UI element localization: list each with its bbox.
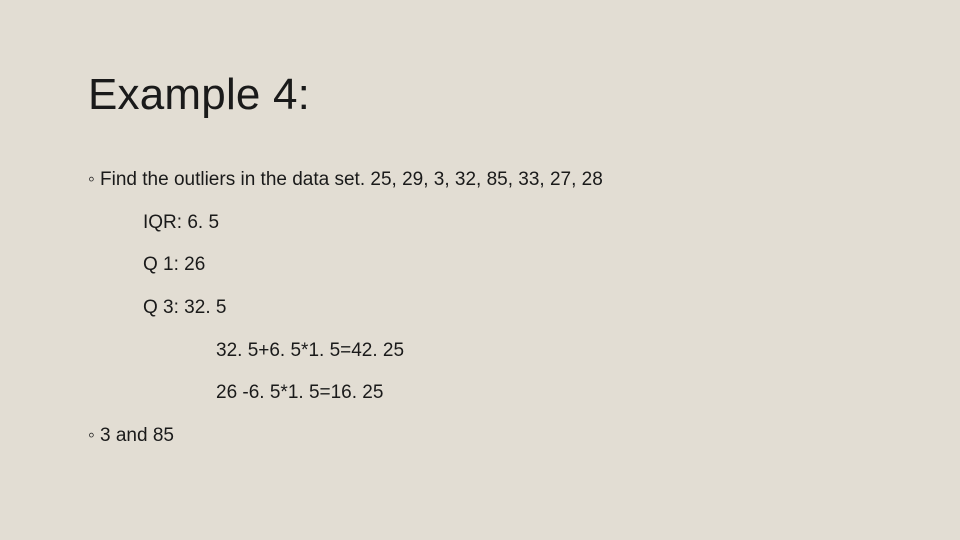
q3-line: Q 3: 32. 5	[88, 296, 872, 321]
iqr-line: IQR: 6. 5	[88, 211, 872, 236]
bullet-prompt: ◦ Find the outliers in the data set. 25,…	[88, 168, 872, 193]
upper-fence-line: 32. 5+6. 5*1. 5=42. 25	[88, 339, 872, 364]
slide-title: Example 4:	[88, 70, 872, 120]
slide: Example 4: ◦ Find the outliers in the da…	[0, 0, 960, 540]
answer-line: ◦ 3 and 85	[88, 424, 872, 449]
q1-line: Q 1: 26	[88, 253, 872, 278]
lower-fence-line: 26 -6. 5*1. 5=16. 25	[88, 381, 872, 406]
